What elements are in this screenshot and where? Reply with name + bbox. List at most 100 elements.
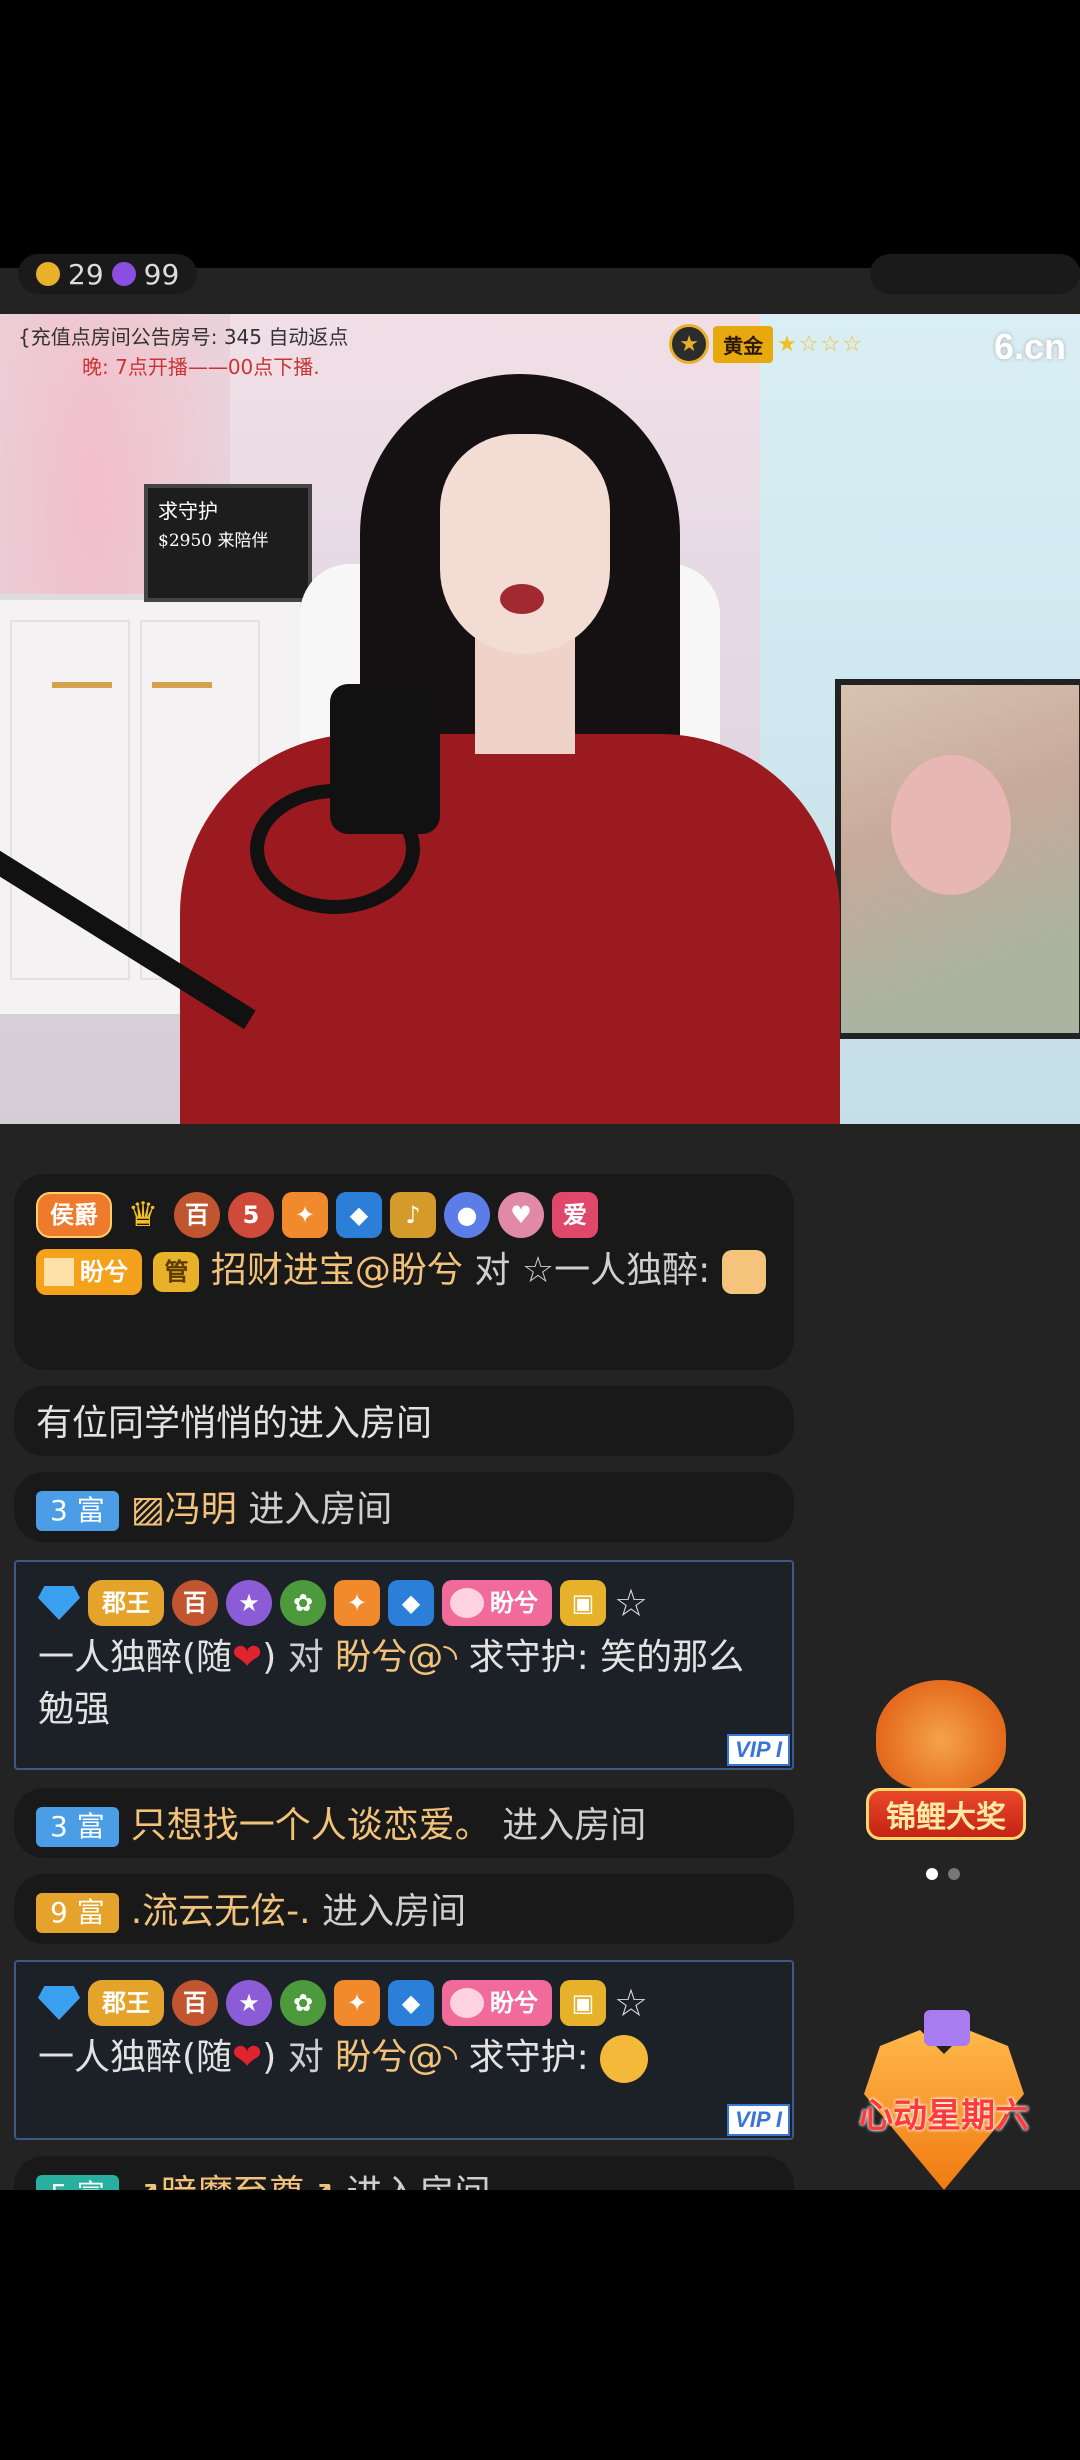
medal-icon: 百 xyxy=(172,1980,218,2026)
target-name[interactable]: 盼兮@◝ xyxy=(335,2037,457,2078)
love-badge-icon: 爱 xyxy=(552,1192,598,1238)
crown-icon: ♛ xyxy=(127,1195,159,1235)
fans-badge: 盼兮 xyxy=(442,1980,552,2026)
horn-icon: ♪ xyxy=(390,1192,436,1238)
carousel-dot xyxy=(948,1868,960,1880)
live-video[interactable]: 求守护 $2950 来陪伴 {充值点房间公告房号: 345 自动返点 晚: 7点… xyxy=(0,314,1080,1124)
user-name[interactable]: ▨冯明 xyxy=(131,1489,237,1530)
room-stats[interactable]: 29 99 xyxy=(18,254,198,294)
user-name[interactable]: ↗暗魔至尊↗ xyxy=(131,2173,335,2190)
fans-badge: 盼兮 xyxy=(442,1580,552,1626)
cube-icon: ◆ xyxy=(336,1192,382,1238)
heart-icon: ❤ xyxy=(232,2037,263,2078)
star-icon: ☆ xyxy=(614,1981,649,2025)
microphone xyxy=(330,684,440,834)
noble-badge: 郡王 xyxy=(88,1580,164,1626)
coin-icon xyxy=(36,262,60,286)
cube-icon: ◆ xyxy=(388,1980,434,2026)
action-text: 进入房间 xyxy=(347,2173,491,2190)
vip-level-tag: VIP I xyxy=(727,1734,790,1766)
treasure-icon: ✦ xyxy=(334,1580,380,1626)
chat-message[interactable]: 9 富 .流云无伭-. 进入房间 xyxy=(14,1874,794,1944)
koi-prize-label: 锦鲤大奖 xyxy=(866,1788,1026,1840)
koi-prize-widget[interactable]: 锦鲤大奖 xyxy=(836,1680,1052,1850)
vip-level-tag: VIP I xyxy=(727,2104,790,2136)
thumbs-up-icon xyxy=(721,1250,766,1294)
site-logo: 6.cn xyxy=(993,326,1066,367)
medal-icon: 百 xyxy=(172,1580,218,1626)
heart-saturday-widget[interactable]: 心动星期六 xyxy=(836,2010,1052,2190)
chat-message[interactable]: 3 富只想找一个人谈恋爱。 进入房间 xyxy=(14,1788,794,1858)
verb-text: 对 xyxy=(287,1637,324,1678)
anchor-level-badge[interactable]: ★ 黄金 ★☆☆☆ xyxy=(669,324,864,364)
profile-card-icon: ▣ xyxy=(560,1980,606,2026)
fans-heart-icon xyxy=(450,1988,484,2018)
cube-icon: ◆ xyxy=(388,1580,434,1626)
sender-name[interactable]: 一人独醉(随 xyxy=(38,2037,232,2078)
audience-pill[interactable] xyxy=(870,254,1080,294)
koi-fish-icon xyxy=(876,1680,1006,1790)
target-name[interactable]: 盼兮@◝ xyxy=(335,1637,457,1678)
profile-card-icon: ▣ xyxy=(560,1580,606,1626)
heart-medal-icon: ♥ xyxy=(498,1192,544,1238)
star-icon: ☆ xyxy=(614,1581,649,1625)
room-notice: {充值点房间公告房号: 345 自动返点 晚: 7点开播——00点下播. xyxy=(18,322,348,382)
fans-heart-icon xyxy=(44,1258,74,1286)
noble-badge: 郡王 xyxy=(88,1980,164,2026)
badge-row: 侯爵 ♛ 百 5 ✦ ◆ ♪ ● ♥ 爱 xyxy=(36,1186,772,1244)
badge-row: 郡王 百 ★ ✿ ✦ ◆ 盼兮 ▣ ☆ xyxy=(38,1974,770,2032)
video-painting xyxy=(835,679,1080,1039)
heart-icon: ❤ xyxy=(232,1637,263,1678)
verb-text: 对 xyxy=(287,2037,324,2078)
chat-message[interactable]: 3 富 ▨冯明 进入房间 xyxy=(14,1472,794,1542)
purple-star-icon: ★ xyxy=(226,1580,272,1626)
sender-name-tail: ) xyxy=(262,1637,277,1678)
purple-star-icon: ★ xyxy=(226,1980,272,2026)
admin-badge: 管 xyxy=(153,1252,200,1292)
chat-message[interactable]: 5 富 ↗暗魔至尊↗ 进入房间 xyxy=(14,2156,794,2190)
wealth-badge: 9 富 xyxy=(36,1893,119,1933)
medal-icon: 百 xyxy=(174,1192,220,1238)
planet-icon: ● xyxy=(444,1192,490,1238)
sender-name-tail: ) xyxy=(262,2037,277,2078)
fans-badge: 盼兮 xyxy=(36,1249,142,1295)
stat-value-2: 99 xyxy=(143,257,180,291)
bottom-black-area xyxy=(0,2190,1080,2460)
action-text: 进入房间 xyxy=(248,1489,393,1530)
action-text: 进入房间 xyxy=(322,1891,467,1932)
sender-name[interactable]: 一人独醉(随 xyxy=(38,1637,232,1678)
treasure-icon: ✦ xyxy=(282,1192,328,1238)
target-name[interactable]: ☆一人独醉: xyxy=(522,1250,710,1291)
carousel-dot-active xyxy=(926,1868,938,1880)
vip-chat-message[interactable]: 郡王 百 ★ ✿ ✦ ◆ 盼兮 ▣ ☆ 一人独醉(随❤) 对 盼兮@◝ 求守护:… xyxy=(14,1960,794,2140)
wealth-badge: 3 富 xyxy=(36,1807,119,1847)
vip-chat-message[interactable]: 郡王 百 ★ ✿ ✦ ◆ 盼兮 ▣ ☆ 一人独醉(随❤) 对 盼兮@◝ 求守护:… xyxy=(14,1560,794,1770)
sender-name[interactable]: 招财进宝@盼兮 xyxy=(211,1250,463,1291)
carousel-dots xyxy=(926,1868,960,1880)
room-top-bar: 29 99 xyxy=(0,254,1080,314)
level-tier: 黄金 xyxy=(713,325,774,363)
notice-line-2: 晚: 7点开播——00点下播. xyxy=(82,355,320,379)
wealth-badge: 3 富 xyxy=(36,1491,119,1531)
star-crest-icon: ★ xyxy=(669,324,710,364)
stat-value-1: 29 xyxy=(68,257,104,291)
treasure-icon: ✦ xyxy=(334,1980,380,2026)
action-text: 进入房间 xyxy=(502,1805,647,1846)
fans-badge-label: 盼兮 xyxy=(490,1589,538,1617)
chat-message[interactable]: 侯爵 ♛ 百 5 ✦ ◆ ♪ ● ♥ 爱 盼兮 管 招财进宝@盼兮 对 ☆一人独… xyxy=(14,1174,794,1370)
gem-icon xyxy=(111,262,136,286)
vip-diamond-icon xyxy=(38,1586,80,1620)
chat-message[interactable]: 有位同学悄悄的进入房间 xyxy=(14,1386,794,1456)
rank-badge: 侯爵 xyxy=(36,1192,112,1238)
notice-line-1: {充值点房间公告房号: 345 自动返点 xyxy=(18,325,349,349)
message-content: 求守护: xyxy=(468,2037,589,2078)
user-name[interactable]: .流云无伭-. xyxy=(131,1891,311,1932)
fans-badge-label: 盼兮 xyxy=(490,1989,538,2017)
fans-badge-label: 盼兮 xyxy=(80,1258,128,1286)
badge-row: 郡王 百 ★ ✿ ✦ ◆ 盼兮 ▣ ☆ xyxy=(38,1574,770,1632)
smile-emoji-icon xyxy=(600,2035,649,2083)
heart-saturday-label: 心动星期六 xyxy=(859,2096,1029,2136)
verb-text: 对 xyxy=(474,1250,511,1291)
wealth-badge: 5 富 xyxy=(36,2175,119,2190)
user-name[interactable]: 只想找一个人谈恋爱。 xyxy=(131,1805,491,1846)
